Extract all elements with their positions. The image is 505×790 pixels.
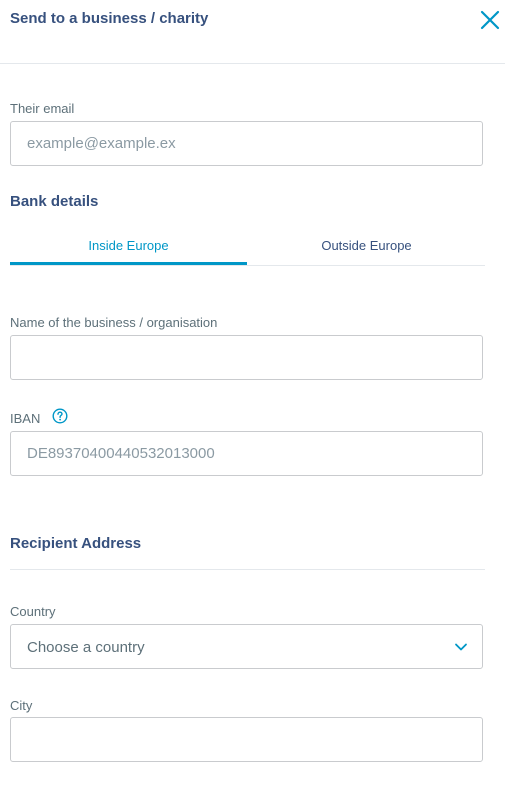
business-name-field-wrapper [10,335,483,380]
country-label: Country [10,604,56,619]
iban-field[interactable] [11,432,482,475]
email-field-wrapper [10,121,483,166]
panel-header: Send to a business / charity [0,0,505,64]
chevron-down-icon [455,643,467,651]
tab-outside-europe[interactable]: Outside Europe [248,227,485,264]
country-selected-value: Choose a country [27,639,145,656]
iban-help-button[interactable] [52,408,68,424]
city-field-wrapper [10,717,483,762]
email-label: Their email [10,101,75,116]
iban-field-wrapper [10,431,483,476]
recipient-address-title: Recipient Address [10,535,142,552]
close-icon [480,10,500,30]
close-button[interactable] [478,8,502,32]
email-field[interactable] [11,122,482,165]
bank-region-tabs: Inside Europe Outside Europe [10,227,485,266]
business-name-field[interactable] [11,336,482,379]
panel-title: Send to a business / charity [10,10,209,27]
section-divider [10,569,485,570]
tab-inside-europe[interactable]: Inside Europe [10,227,247,265]
business-name-label: Name of the business / organisation [10,315,218,330]
help-circle-icon [52,408,68,424]
iban-label: IBAN [10,411,41,426]
city-field[interactable] [11,718,482,761]
city-label: City [10,698,33,713]
send-business-panel: Send to a business / charity Their email… [0,0,505,790]
country-select[interactable]: Choose a country [10,624,483,669]
bank-details-title: Bank details [10,193,99,210]
